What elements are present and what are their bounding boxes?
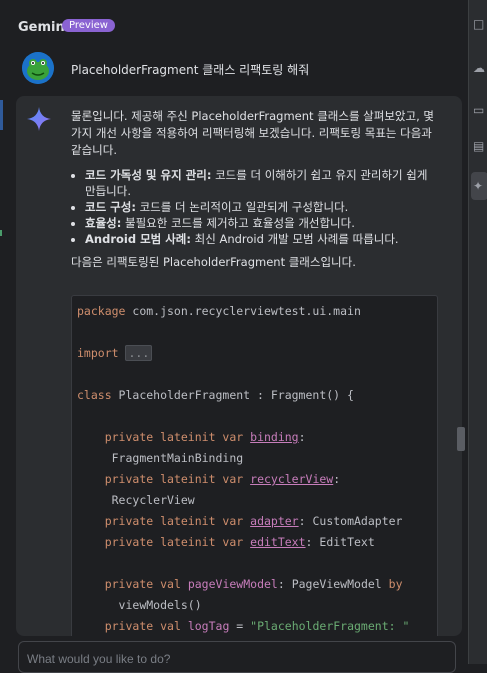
notifications-icon[interactable]: □ xyxy=(473,18,486,31)
goal-text: 최신 Android 개발 모범 사례를 따릅니다. xyxy=(191,232,399,246)
code-line-class: class PlaceholderFragment : Fragment() { xyxy=(77,388,354,402)
goal-title: 효율성: xyxy=(85,216,122,230)
code-line-viewmodel: private val pageViewModel: PageViewModel… xyxy=(104,577,403,591)
manager-icon[interactable]: ▤ xyxy=(473,140,486,153)
goal-title: 코드 구성: xyxy=(85,200,136,214)
device-icon[interactable]: ▭ xyxy=(473,104,486,117)
gemini-icon[interactable]: ✦ xyxy=(473,180,486,193)
field-name: pageViewModel xyxy=(187,577,278,591)
keyword: lateinit var xyxy=(160,535,244,549)
field-name: logTag xyxy=(187,619,230,633)
outro-paragraph: 다음은 리팩토링된 PlaceholderFragment 클래스입니다. xyxy=(71,255,356,269)
goal-title: 코드 가독성 및 유지 관리: xyxy=(85,168,212,182)
type-name: RecyclerView xyxy=(111,493,195,507)
code-block[interactable]: package com.json.recyclerviewtest.ui.mai… xyxy=(71,295,438,636)
type-name: PageViewModel xyxy=(291,577,382,591)
keyword: package xyxy=(77,304,126,318)
field-name: binding xyxy=(250,430,299,444)
field-name: recyclerView xyxy=(250,472,334,486)
goal-title: Android 모범 사례: xyxy=(85,232,191,246)
intro-paragraph: 물론입니다. 제공해 주신 PlaceholderFragment 클래스를 살… xyxy=(71,109,434,157)
import-fold-toggle[interactable]: ... xyxy=(125,345,153,361)
prompt-input-container[interactable] xyxy=(18,641,456,673)
response-text: 물론입니다. 제공해 주신 PlaceholderFragment 클래스를 살… xyxy=(71,108,439,277)
keyword: class xyxy=(77,388,112,402)
list-item: Android 모범 사례: 최신 Android 개발 모범 사례를 따릅니다… xyxy=(85,231,439,247)
keyword: by xyxy=(388,577,403,591)
code-line-logtag: private val logTag = "PlaceholderFragmen… xyxy=(104,619,410,633)
type-name: CustomAdapter xyxy=(312,514,403,528)
keyword: val xyxy=(160,619,181,633)
user-avatar xyxy=(22,52,54,84)
list-item: 코드 구성: 코드를 더 논리적이고 일관되게 구성합니다. xyxy=(85,199,439,215)
keyword: lateinit var xyxy=(160,472,244,486)
code-line-binding-type: FragmentMainBinding xyxy=(77,451,244,465)
field-name: adapter xyxy=(250,514,299,528)
type-name: EditText xyxy=(319,535,375,549)
scrollbar-thumb[interactable] xyxy=(457,427,465,451)
keyword: private xyxy=(104,514,154,528)
goal-text: 불필요한 코드를 제거하고 효율성을 개선합니다. xyxy=(121,216,355,230)
code-line-binding: private lateinit var binding: xyxy=(104,430,306,444)
tool-window-strip: □ ☁ ▭ ▤ ✦ xyxy=(468,0,487,664)
keyword: private xyxy=(104,535,154,549)
chat-header: Gemini Preview xyxy=(0,0,468,40)
goal-text: 코드를 더 논리적이고 일관되게 구성합니다. xyxy=(135,200,349,214)
user-prompt-text: PlaceholderFragment 클래스 리팩토링 해줘 xyxy=(71,63,310,77)
keyword: lateinit var xyxy=(160,430,244,444)
package-name: com.json.recyclerviewtest.ui.main xyxy=(125,304,361,318)
keyword: val xyxy=(160,577,181,591)
keyword: private xyxy=(104,577,154,591)
code-line-import: import ... xyxy=(77,345,153,361)
user-message-row: PlaceholderFragment 클래스 리팩토링 해줘 xyxy=(22,52,462,84)
keyword: private xyxy=(104,472,154,486)
gemini-response-card: 물론입니다. 제공해 주신 PlaceholderFragment 클래스를 살… xyxy=(16,96,462,636)
keyword: lateinit var xyxy=(160,514,244,528)
delegate-call: viewModels() xyxy=(118,598,202,612)
goals-list: 코드 가독성 및 유지 관리: 코드를 더 이해하기 쉽고 유지 관리하기 쉽게… xyxy=(71,167,439,247)
code-line-package: package com.json.recyclerviewtest.ui.mai… xyxy=(77,304,361,318)
keyword: private xyxy=(104,619,154,633)
code-line-adapter: private lateinit var adapter: CustomAdap… xyxy=(104,514,403,528)
code-line-recycler: private lateinit var recyclerView: xyxy=(104,472,341,486)
keyword: import xyxy=(77,346,119,360)
editor-gutter-marker xyxy=(0,100,3,130)
field-name: editText xyxy=(250,535,306,549)
string-literal: "PlaceholderFragment: " xyxy=(250,619,410,633)
list-item: 효율성: 불필요한 코드를 제거하고 효율성을 개선합니다. xyxy=(85,215,439,231)
editor-gutter-marker-green xyxy=(0,230,2,236)
keyword: private xyxy=(104,430,154,444)
code-line-viewmodel-delegate: viewModels() xyxy=(77,598,202,612)
cloud-icon[interactable]: ☁ xyxy=(473,62,486,75)
code-line-recycler-type: RecyclerView xyxy=(77,493,195,507)
list-item: 코드 가독성 및 유지 관리: 코드를 더 이해하기 쉽고 유지 관리하기 쉽게… xyxy=(85,167,439,199)
preview-badge: Preview xyxy=(62,19,115,32)
gemini-sparkle-icon xyxy=(27,107,51,131)
class-declaration: PlaceholderFragment : Fragment() { xyxy=(111,388,354,402)
code-line-edittext: private lateinit var editText: EditText xyxy=(104,535,375,549)
type-name: FragmentMainBinding xyxy=(111,451,244,465)
